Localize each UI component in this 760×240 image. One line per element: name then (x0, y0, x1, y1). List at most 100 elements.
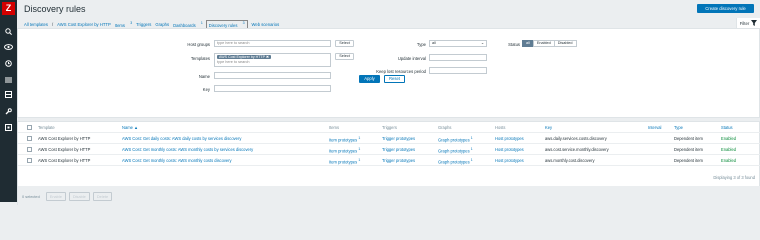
row-trigger-prototypes-link[interactable]: Trigger prototypes (382, 144, 415, 155)
remove-tag-icon[interactable]: ✖ (266, 55, 269, 59)
col-template: Template (38, 125, 55, 130)
reset-button[interactable]: Reset (384, 75, 405, 83)
table-row: AWS Cost Explorer by HTTP AWS Cost: Get … (18, 133, 760, 144)
row-trigger-prototypes-link[interactable]: Trigger prototypes (382, 133, 415, 144)
update-interval-input[interactable] (429, 54, 487, 61)
displaying-count: Displaying 3 of 3 found (713, 175, 755, 180)
nav-dashboards-label: Dashboards (173, 22, 196, 28)
discovery-rules-table: Template Name ▲ Items Triggers Graphs Ho… (17, 121, 760, 206)
delete-button[interactable]: Delete (92, 191, 113, 201)
disable-button[interactable]: Disable (68, 191, 90, 201)
status-enabled[interactable]: Enabled (532, 40, 555, 47)
row-status-link[interactable]: Enabled (721, 133, 736, 144)
wrench-icon[interactable] (4, 108, 13, 115)
apply-button[interactable]: Apply (359, 75, 380, 83)
row-key: aws.monthly.cost.discovery (545, 158, 595, 163)
col-interval[interactable]: Interval (648, 122, 661, 133)
type-select[interactable]: all ⌄ (429, 40, 487, 47)
row-graphs-count: 1 (470, 158, 473, 162)
col-triggers: Triggers (382, 125, 397, 130)
nav-discovery-label: Discovery rules (208, 22, 238, 28)
row-key: aws.daily.services.costs.discovery (545, 136, 607, 141)
nav-dashboards[interactable]: Dashboards 1 (173, 21, 203, 27)
clock-icon[interactable] (4, 60, 13, 67)
filter-tab[interactable]: Filter (736, 18, 760, 28)
key-input[interactable] (214, 85, 331, 92)
table-header: Template Name ▲ Items Triggers Graphs Ho… (18, 122, 760, 133)
table-row: AWS Cost Explorer by HTTP AWS Cost: Get … (18, 155, 760, 166)
list-icon[interactable] (4, 76, 13, 83)
nav-web-scenarios[interactable]: Web scenarios (252, 22, 280, 27)
page-title: Discovery rules (24, 4, 86, 14)
update-interval-label: Update interval (397, 56, 426, 61)
row-graphs-label: Graph prototypes (438, 137, 470, 143)
main-content: Discovery rules Create discovery rule Al… (17, 0, 760, 206)
name-label: Name (198, 74, 210, 79)
admin-icon[interactable] (4, 124, 13, 131)
status-label: Status (508, 42, 520, 47)
host-groups-label: Host groups (187, 42, 210, 47)
create-discovery-rule-button[interactable]: Create discovery rule (697, 4, 754, 13)
filter-icon (751, 20, 758, 26)
row-host-prototypes-link[interactable]: Host prototypes (495, 133, 524, 144)
sidebar: Z (0, 0, 17, 202)
status-segmented: all Enabled Disabled (522, 40, 577, 47)
chevron-down-icon: ⌄ (480, 41, 484, 45)
eye-icon[interactable] (4, 43, 13, 50)
templates-placeholder: type here to search (217, 60, 250, 64)
nav-all-templates[interactable]: All templates (24, 22, 48, 27)
search-icon[interactable] (4, 28, 13, 35)
col-type[interactable]: Type (674, 122, 683, 133)
col-graphs: Graphs (438, 125, 452, 130)
nav-template[interactable]: AWS Cost Explorer by HTTP (57, 22, 111, 27)
filter-panel: Host groups type here to search Select T… (17, 28, 760, 118)
col-status[interactable]: Status (721, 122, 733, 133)
nav-triggers[interactable]: Triggers (136, 22, 151, 27)
row-items-count: 1 (358, 136, 361, 140)
row-checkbox[interactable] (27, 147, 32, 152)
row-items-label: Item prototypes (329, 148, 358, 154)
row-template: AWS Cost Explorer by HTTP (38, 136, 91, 141)
name-input[interactable] (214, 72, 331, 79)
row-item-prototypes-link[interactable]: Item prototypes 1 (329, 155, 360, 167)
nav-items-count: 3 (130, 21, 133, 26)
enable-button[interactable]: Enable (45, 191, 66, 201)
template-tag: AWS Cost Explorer by HTTP ✖ (217, 55, 271, 59)
row-items-count: 1 (358, 147, 361, 151)
table-row: AWS Cost Explorer by HTTP AWS Cost: Get … (18, 144, 760, 155)
key-label: Key (202, 87, 210, 92)
row-status-link[interactable]: Enabled (721, 155, 736, 166)
server-icon[interactable] (4, 91, 13, 98)
breadcrumb-separator: / (51, 22, 54, 27)
row-name-link[interactable]: AWS Cost: Get daily costs: AWS daily cos… (122, 133, 241, 144)
status-disabled[interactable]: Disabled (553, 40, 577, 47)
mass-action-bar: 0 selected Enable Disable Delete (18, 186, 760, 206)
row-status-link[interactable]: Enabled (721, 144, 736, 155)
nav-graphs[interactable]: Graphs (155, 22, 169, 27)
templates-input[interactable]: AWS Cost Explorer by HTTP ✖ type here to… (214, 53, 331, 67)
select-all-checkbox[interactable] (27, 125, 32, 130)
host-groups-input[interactable]: type here to search (214, 40, 331, 47)
nav-items[interactable]: Items 3 (115, 21, 132, 27)
row-graphs-count: 1 (470, 136, 473, 140)
row-name-link[interactable]: AWS Cost: Get monthly costs: AWS monthly… (122, 155, 232, 166)
row-graph-prototypes-link[interactable]: Graph prototypes 1 (438, 155, 473, 167)
col-key[interactable]: Key (545, 122, 552, 133)
row-host-prototypes-link[interactable]: Host prototypes (495, 144, 524, 155)
host-groups-select-button[interactable]: Select (335, 40, 354, 47)
row-checkbox[interactable] (27, 136, 32, 141)
col-items: Items (329, 125, 340, 130)
row-host-prototypes-link[interactable]: Host prototypes (495, 155, 524, 166)
zabbix-logo[interactable]: Z (2, 2, 15, 15)
row-name-link[interactable]: AWS Cost: Get monthly costs: AWS monthly… (122, 144, 253, 155)
filter-tab-label: Filter (739, 20, 750, 26)
type-label: Type (416, 42, 426, 47)
type-value: all (432, 41, 436, 45)
row-template: AWS Cost Explorer by HTTP (38, 147, 91, 152)
row-trigger-prototypes-link[interactable]: Trigger prototypes (382, 155, 415, 166)
col-name[interactable]: Name ▲ (122, 122, 138, 133)
templates-label: Templates (190, 56, 210, 61)
keep-lost-input[interactable] (429, 67, 487, 74)
row-checkbox[interactable] (27, 158, 32, 163)
col-hosts: Hosts (495, 125, 506, 130)
